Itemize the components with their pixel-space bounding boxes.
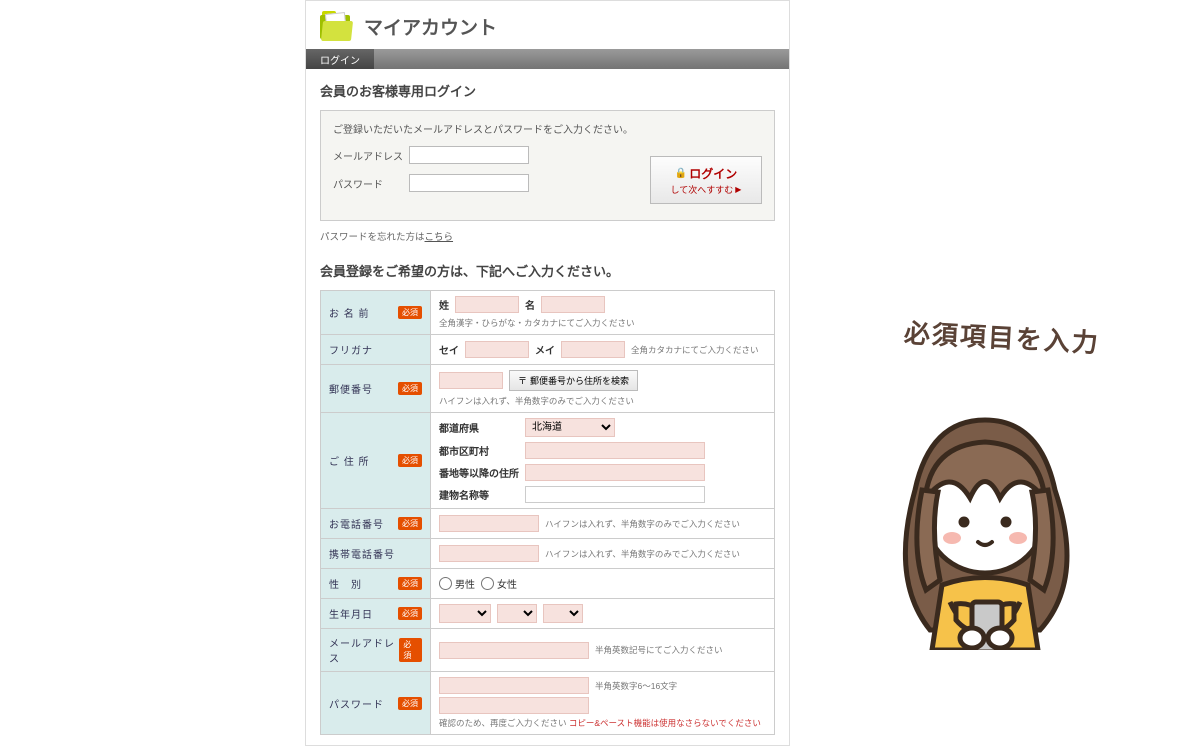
tab-bar: ログイン <box>306 49 789 69</box>
row-gender: 性 別 必須 男性 女性 <box>321 569 775 599</box>
row-email: メールアドレス 必須 半角英数記号にてご入力ください <box>321 629 775 672</box>
postal-icon: 〒 <box>518 374 527 387</box>
name-sei-input[interactable] <box>455 296 519 313</box>
gender-female[interactable]: 女性 <box>481 576 517 591</box>
furigana-mei-input[interactable] <box>561 341 625 358</box>
mobile-input[interactable] <box>439 545 539 562</box>
building-input[interactable] <box>525 486 705 503</box>
forgot-password: パスワードを忘れた方はこちら <box>306 229 789 249</box>
birth-month-select[interactable] <box>497 604 537 623</box>
login-email-label: メールアドレス <box>333 148 409 163</box>
zip-search-button[interactable]: 〒 郵便番号から住所を検索 <box>509 370 638 391</box>
birth-day-select[interactable] <box>543 604 583 623</box>
required-badge: 必須 <box>398 306 422 319</box>
password-input[interactable] <box>439 677 589 694</box>
page-title: マイアカウント <box>364 13 497 40</box>
city-input[interactable] <box>525 442 705 459</box>
name-mei-input[interactable] <box>541 296 605 313</box>
login-button[interactable]: 🔒 ログイン して次へすすむ <box>650 156 762 204</box>
folder-icon <box>320 11 354 41</box>
row-zip: 郵便番号 必須 〒 郵便番号から住所を検索 ハイフンは入れず、半角数字のみでご入… <box>321 365 775 413</box>
login-password-input[interactable] <box>409 174 529 192</box>
birth-year-select[interactable] <box>439 604 491 623</box>
row-tel: お電話番号 必須 ハイフンは入れず、半角数字のみでご入力ください <box>321 509 775 539</box>
gender-male[interactable]: 男性 <box>439 576 475 591</box>
email-input[interactable] <box>439 642 589 659</box>
row-furigana: フリガナ セイ メイ 全角カタカナにてご入力ください <box>321 335 775 365</box>
tab-login[interactable]: ログイン <box>306 49 374 69</box>
speech-bubble: 必須項目を入力 <box>903 313 1101 360</box>
prefecture-select[interactable]: 北海道 <box>525 418 615 437</box>
forgot-link[interactable]: こちら <box>425 232 454 243</box>
row-name: お 名 前 必須 姓 名 全角漢字・ひらがな・カタカナにてご入力ください <box>321 291 775 335</box>
account-panel: マイアカウント ログイン 会員のお客様専用ログイン ご登録いただいたメールアドレ… <box>305 0 790 746</box>
street-input[interactable] <box>525 464 705 481</box>
login-password-label: パスワード <box>333 176 409 191</box>
tel-input[interactable] <box>439 515 539 532</box>
row-password: パスワード 必須 半角英数字6～16文字 確認のため、再度ご入力ください コピー… <box>321 672 775 735</box>
login-box: ご登録いただいたメールアドレスとパスワードをご入力ください。 メールアドレス パ… <box>320 110 775 221</box>
register-form: お 名 前 必須 姓 名 全角漢字・ひらがな・カタカナにてご入力ください フリガ… <box>320 290 775 735</box>
login-button-label: ログイン <box>689 165 737 182</box>
register-section-title: 会員登録をご希望の方は、下記へご入力ください。 <box>306 249 789 286</box>
login-section-title: 会員のお客様専用ログイン <box>306 69 789 106</box>
girl-illustration <box>860 370 1110 650</box>
login-button-sub: して次へすすむ <box>671 183 742 196</box>
zip-input[interactable] <box>439 372 503 389</box>
login-note: ご登録いただいたメールアドレスとパスワードをご入力ください。 <box>333 121 762 136</box>
panel-header: マイアカウント <box>306 1 789 49</box>
login-email-input[interactable] <box>409 146 529 164</box>
row-address: ご 住 所 必須 都道府県 北海道 都市区町村 番地等以降の住所 建物名称等 <box>321 413 775 509</box>
furigana-sei-input[interactable] <box>465 341 529 358</box>
row-birth: 生年月日 必須 <box>321 599 775 629</box>
password-confirm-input[interactable] <box>439 697 589 714</box>
row-mobile: 携帯電話番号 ハイフンは入れず、半角数字のみでご入力ください <box>321 539 775 569</box>
lock-icon: 🔒 <box>675 168 687 179</box>
